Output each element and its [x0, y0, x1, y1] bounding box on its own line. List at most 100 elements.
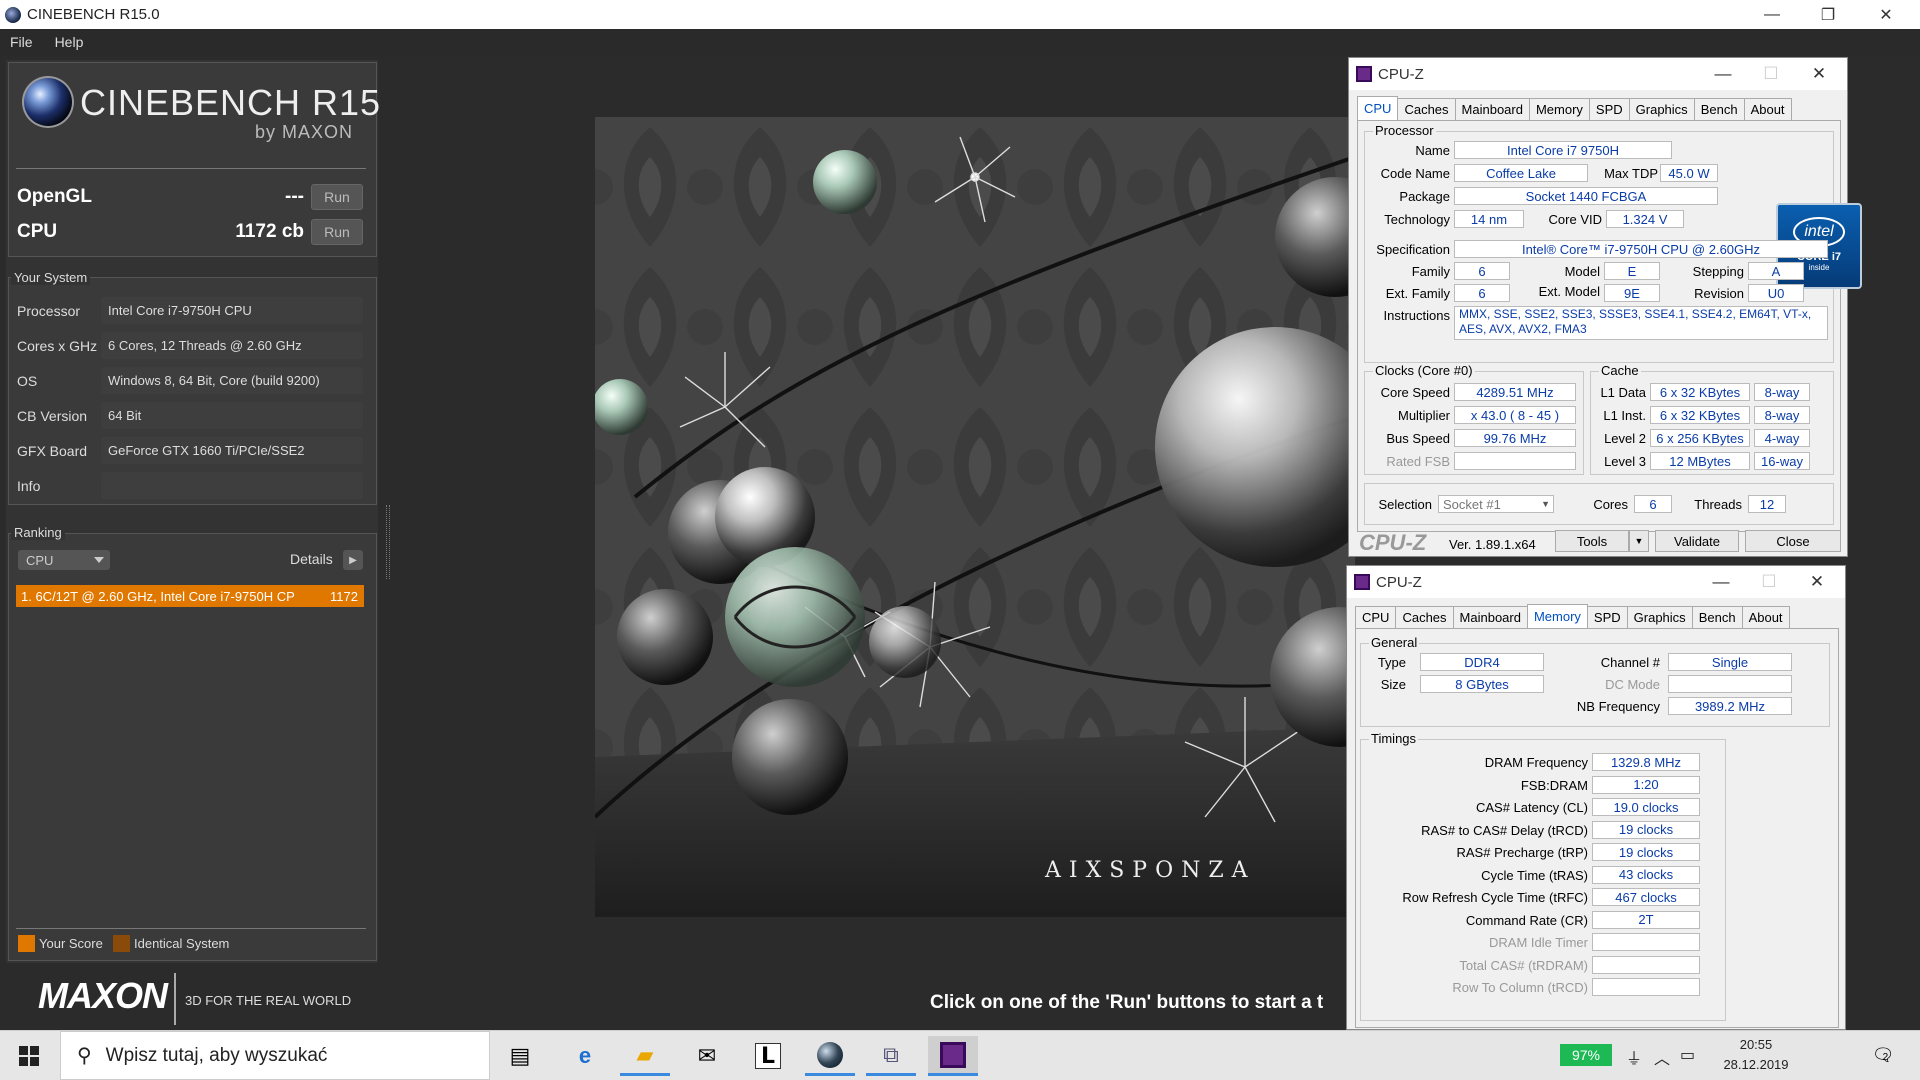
tab-memory[interactable]: Memory: [1528, 98, 1590, 120]
family-field: 6: [1454, 262, 1510, 280]
cpuz-tab-panel: Processor Name Intel Core i7 9750H Code …: [1357, 120, 1862, 532]
type-field: DDR4: [1420, 653, 1544, 671]
ranking-row-text: 1. 6C/12T @ 2.60 GHz, Intel Core i7-9750…: [21, 588, 295, 604]
maxon-logo: MAXON: [38, 975, 168, 1016]
divider: [16, 168, 366, 169]
threads-field: 12: [1748, 495, 1786, 513]
hwinfo-taskbar-icon[interactable]: ⧉: [866, 1036, 916, 1076]
mail-icon[interactable]: ✉: [682, 1036, 732, 1076]
stepping-field: A: [1748, 262, 1804, 280]
cpuz-title-bar: CPU-Z — ☐ ✕: [1347, 566, 1845, 598]
cpuz-taskbar-icon[interactable]: [928, 1036, 978, 1076]
opengl-label: OpenGL: [17, 186, 92, 207]
tab-bench[interactable]: Bench: [1691, 606, 1743, 628]
tab-mainboard[interactable]: Mainboard: [1452, 606, 1528, 628]
taskbar-search[interactable]: ⚲ Wpisz tutaj, aby wyszukać: [60, 1031, 490, 1080]
tab-mainboard[interactable]: Mainboard: [1454, 98, 1530, 120]
tab-graphics[interactable]: Graphics: [1628, 98, 1695, 120]
title-bar: CINEBENCH R15.0 — ❐ ✕: [0, 0, 1920, 29]
cpuz-app-icon: [1356, 66, 1372, 82]
instructions-label: Instructions: [1383, 308, 1450, 323]
close-button[interactable]: Close: [1745, 530, 1841, 552]
task-view-icon[interactable]: ▤: [495, 1036, 545, 1076]
details-arrow-icon[interactable]: ▶: [343, 550, 363, 570]
channel-field: Single: [1668, 653, 1792, 671]
timing-label-4: RAS# Precharge (tRP): [1456, 845, 1589, 860]
edge-icon[interactable]: e: [560, 1036, 610, 1076]
cpu-run-button[interactable]: Run: [311, 219, 363, 245]
cpuz-minimize-button[interactable]: —: [1697, 566, 1745, 598]
menu-help[interactable]: Help: [55, 34, 84, 50]
ranking-row[interactable]: 1. 6C/12T @ 2.60 GHz, Intel Core i7-9750…: [16, 585, 364, 607]
window-title: CINEBENCH R15.0: [27, 6, 160, 23]
tab-about[interactable]: About: [1741, 606, 1790, 628]
cpuz-minimize-button[interactable]: —: [1699, 58, 1747, 90]
file-explorer-icon[interactable]: ▰: [620, 1036, 670, 1076]
restore-button[interactable]: ❐: [1800, 0, 1856, 29]
logo-subtitle: by MAXON: [255, 122, 354, 142]
timings-group-title: Timings: [1369, 731, 1419, 746]
details-label[interactable]: Details: [290, 551, 333, 567]
menu-file[interactable]: File: [10, 34, 33, 50]
validate-button[interactable]: Validate: [1655, 530, 1739, 552]
cpuz-maximize-button: ☐: [1763, 64, 1779, 83]
show-hidden-icons-chevron-icon[interactable]: ︿: [1654, 1045, 1670, 1069]
processor-group-title: Processor: [1373, 123, 1436, 138]
cpuz-close-button[interactable]: ✕: [1795, 58, 1843, 90]
start-button[interactable]: [0, 1031, 58, 1080]
tools-dropdown-icon[interactable]: ▼: [1629, 530, 1649, 552]
tab-cpu[interactable]: CPU: [1355, 606, 1397, 628]
tab-caches[interactable]: Caches: [1395, 606, 1454, 628]
core-vid-field: 1.324 V: [1606, 210, 1684, 228]
system-clock[interactable]: 20:55 28.12.2019: [1716, 1035, 1796, 1075]
battery-meter[interactable]: 97%: [1560, 1044, 1612, 1066]
tab-bench[interactable]: Bench: [1693, 98, 1745, 120]
tools-button[interactable]: Tools: [1555, 530, 1629, 552]
system-value-5[interactable]: [101, 472, 363, 499]
tab-spd[interactable]: SPD: [1586, 606, 1628, 628]
nb-frequency-field: 3989.2 MHz: [1668, 697, 1792, 715]
timing-value-8: [1592, 933, 1700, 951]
cinebench-taskbar-icon[interactable]: [805, 1036, 855, 1076]
dropdown-arrow-icon: ▼: [1541, 499, 1550, 509]
revision-label: Revision: [1694, 286, 1744, 301]
system-value-1: 6 Cores, 12 Threads @ 2.60 GHz: [101, 332, 363, 359]
timing-value-5: 43 clocks: [1592, 865, 1700, 884]
tab-graphics[interactable]: Graphics: [1626, 606, 1693, 628]
name-label: Name: [1415, 143, 1450, 158]
menu-bar: File Help: [0, 29, 1920, 55]
cpuz-cpu-window: CPU-Z — ☐ ✕ CPU Caches Mainboard Memory SPD G…: [1348, 57, 1862, 557]
cinebench-logo-icon: [22, 76, 74, 128]
panel-splitter[interactable]: [386, 505, 390, 579]
timing-value-3: 19 clocks: [1592, 820, 1700, 839]
tab-spd[interactable]: SPD: [1588, 98, 1630, 120]
tab-cpu[interactable]: CPU: [1357, 96, 1399, 120]
usb-icon[interactable]: ⏚: [1626, 1045, 1642, 1069]
tab-memory[interactable]: Memory: [1526, 604, 1588, 628]
selection-dropdown[interactable]: Socket #1 ▼: [1438, 495, 1554, 513]
timing-label-3: RAS# to CAS# Delay (tRCD): [1421, 822, 1588, 838]
notifications-icon[interactable]: 🗨 2: [1865, 1040, 1895, 1070]
l-app-icon[interactable]: L: [743, 1036, 793, 1076]
tab-about[interactable]: About: [1743, 98, 1792, 120]
ranking-dropdown[interactable]: CPU: [18, 550, 110, 570]
your-score-swatch: [18, 935, 35, 952]
cpuz-close-button[interactable]: ✕: [1793, 566, 1841, 598]
timing-value-6: 467 clocks: [1592, 888, 1700, 906]
revision-field: U0: [1748, 284, 1804, 302]
cores-label: Cores: [1593, 497, 1628, 512]
rated-fsb-field: [1454, 452, 1576, 470]
opengl-run-button[interactable]: Run: [311, 184, 363, 210]
minimize-button[interactable]: —: [1744, 0, 1800, 29]
close-button[interactable]: ✕: [1858, 0, 1914, 29]
selection-label: Selection: [1378, 497, 1432, 512]
max-tdp-field: 45.0 W: [1660, 164, 1718, 182]
l1-inst-label: L1 Inst.: [1603, 408, 1646, 423]
clock-date: 28.12.2019: [1723, 1057, 1789, 1072]
battery-icon[interactable]: ▭: [1680, 1045, 1695, 1065]
ext-model-field: 9E: [1604, 284, 1660, 302]
tab-caches[interactable]: Caches: [1397, 98, 1456, 120]
cache-group-title: Cache: [1599, 363, 1641, 378]
timing-label-1: FSB:DRAM: [1520, 777, 1588, 793]
timing-value-7: 2T: [1592, 910, 1700, 929]
